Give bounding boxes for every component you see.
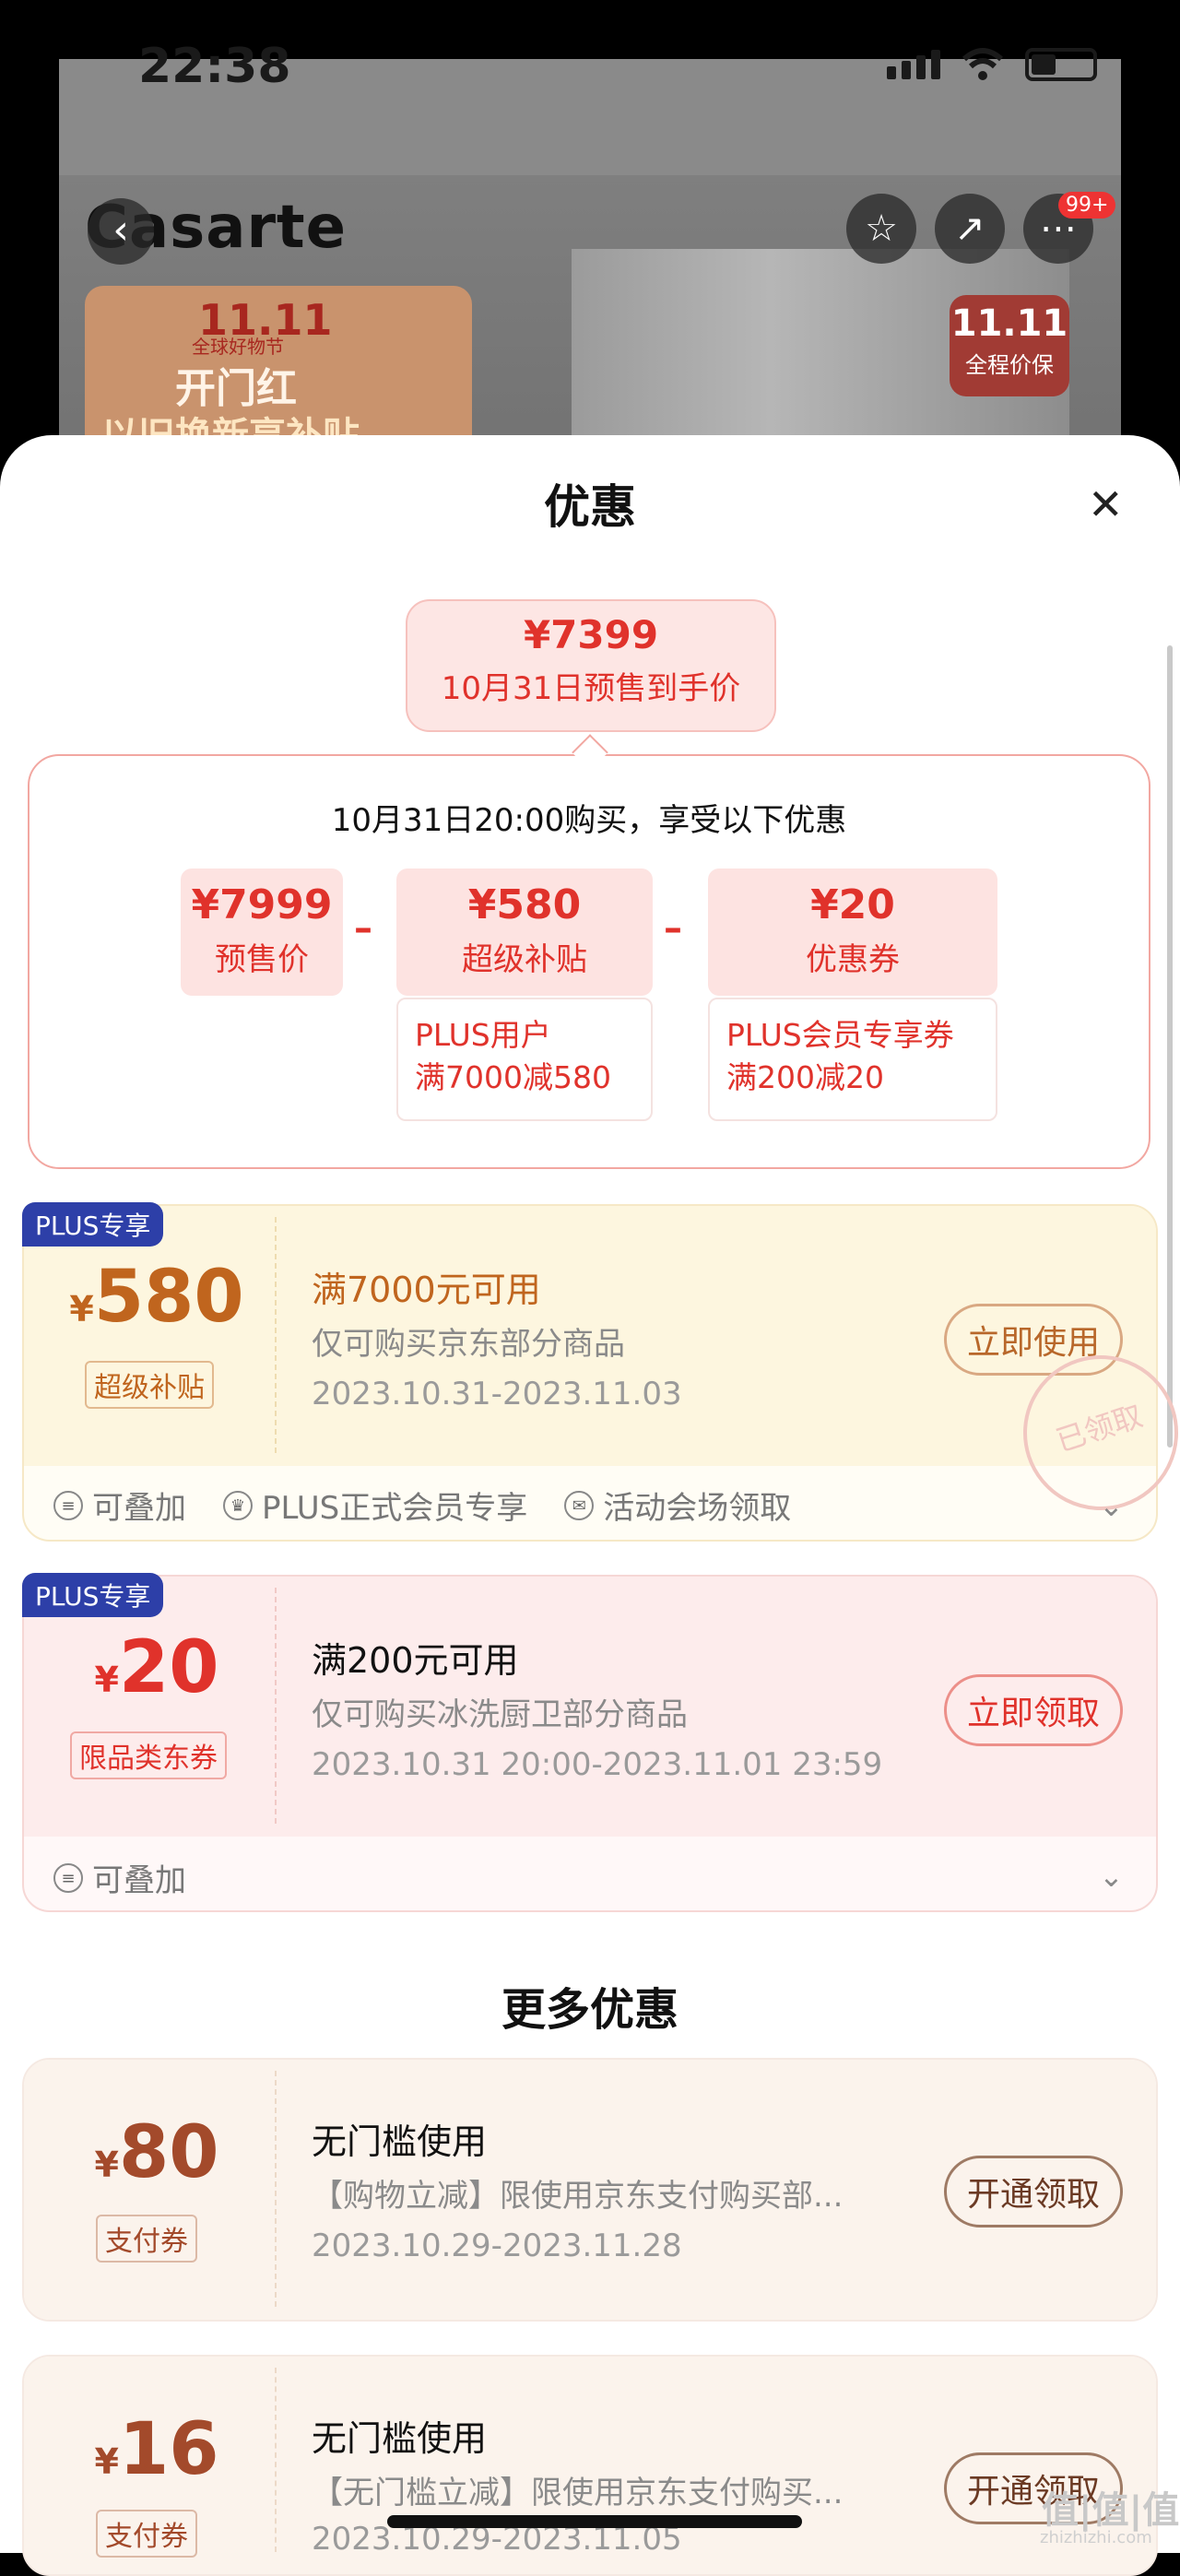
coupon-perks: ≡ 可叠加 ♛ PLUS正式会员专享 ✉ 活动会场领取 [53,1483,791,1528]
minus-sign: – [354,907,372,950]
status-icons [887,48,1097,81]
final-price-box: ¥7399 10月31日预售到手价 [406,599,776,732]
star-icon: ☆ [865,207,898,250]
coupon-date: 2023.10.31-2023.11.03 [312,1376,682,1412]
coupon-value: ¥20 [94,1626,219,1709]
coupon-value: ¥16 [94,2408,219,2491]
coupon-date: 2023.10.31 20:00-2023.11.01 23:59 [312,1746,883,1783]
wifi-icon [962,48,1004,80]
message-badge: 99+ [1058,192,1116,219]
chevron-down-icon[interactable]: ⌄ [1099,1859,1124,1894]
plus-exclusive-tag: PLUS专享 [22,1202,164,1247]
perk-plus-member: ♛ PLUS正式会员专享 [223,1483,527,1528]
price-tag-bottom: 全程价保 [965,352,1054,378]
coupon-value: ¥580 [69,1256,244,1339]
price-protect-tag: 11.11 全程价保 [950,295,1069,396]
coupon-type-tag: 支付券 [96,2215,197,2263]
back-button[interactable]: ‹ [88,198,154,265]
coupon-type-tag: 超级补贴 [85,1361,214,1409]
subsidy-detail: PLUS用户 满7000减580 [396,998,653,1121]
presale-label: 预售价 [215,941,309,978]
coupon-title: 无门槛使用 [312,2418,488,2459]
subsidy-detail-line1: PLUS用户 [415,1017,551,1053]
final-price-label: 10月31日预售到手价 [441,670,741,707]
subsidy-pill: ¥580 超级补贴 [396,869,653,996]
plus-exclusive-tag: PLUS专享 [22,1573,164,1617]
signal-icon [887,50,940,79]
scrollbar[interactable] [1167,645,1173,1448]
coupon-pill: ¥20 优惠券 [708,869,997,996]
coupon-date: 2023.10.29-2023.11.28 [312,2227,682,2264]
share-button[interactable]: ↗ [935,194,1005,264]
perk-event-venue: ✉ 活动会场领取 [564,1483,791,1528]
coupon-divider [275,1217,277,1453]
home-indicator[interactable] [387,2515,802,2528]
coupon-divider [275,2071,277,2307]
stack-icon: ≡ [53,1490,83,1520]
coupon-amount: ¥20 [810,881,895,928]
coupon-detail: PLUS会员专享券 满200减20 [708,998,997,1121]
coupon-desc: 仅可购买冰洗厨卫部分商品 [312,1696,688,1733]
perk-stackable: ≡ 可叠加 [53,1855,186,1900]
coupon-detail-line2: 满200减20 [726,1059,884,1095]
subsidy-label: 超级补贴 [462,941,587,978]
battery-icon [1025,48,1097,81]
coupon-desc: 【无门槛立减】限使用京东支付购买... [312,2475,844,2511]
more-offers-title: 更多优惠 [501,1984,678,2036]
coupon-divider [275,2368,277,2552]
chevron-left-icon: ‹ [112,207,129,254]
price-tag-top: 11.11 [950,302,1068,345]
breakdown-title: 10月31日20:00购买，享受以下优惠 [331,802,847,839]
coupon-perks: ≡ 可叠加 [53,1855,186,1900]
final-price: ¥7399 [523,612,659,657]
subsidy-detail-line2: 满7000减580 [415,1059,611,1095]
presale-price-pill: ¥7999 预售价 [181,869,343,996]
ticket-icon: ✉ [564,1490,595,1520]
minus-sign: – [664,907,682,950]
crown-icon: ♛ [223,1490,253,1520]
sheet-title: 优惠 [544,480,636,534]
status-time: 22:38 [138,39,291,94]
close-icon[interactable]: ✕ [1088,479,1124,529]
share-icon: ↗ [954,207,985,250]
stack-icon: ≡ [53,1862,83,1893]
perk-stackable: ≡ 可叠加 [53,1483,186,1528]
coupon-value: ¥80 [94,2111,219,2194]
chevron-down-icon[interactable]: ⌄ [1099,1488,1124,1523]
watermark-url: zhizhizhi.com [1040,2528,1152,2547]
coupon-desc: 仅可购买京东部分商品 [312,1326,625,1363]
coupon-title: 满7000元可用 [312,1270,541,1310]
coupon-type-tag: 支付券 [96,2510,197,2558]
coupon-desc: 【购物立减】限使用京东支付购买部... [312,2178,844,2215]
activate-claim-button[interactable]: 开通领取 [944,2156,1124,2227]
coupon-type-tag: 限品类东券 [70,1731,227,1779]
subsidy-amount: ¥580 [467,881,582,928]
favorite-button[interactable]: ☆ [846,194,916,264]
claim-now-button[interactable]: 立即领取 [944,1674,1124,1746]
coupon-title: 满200元可用 [312,1640,519,1681]
coupon-label: 优惠券 [806,941,900,978]
coupon-detail-line1: PLUS会员专享券 [726,1017,954,1053]
coupon-divider [275,1588,277,1824]
watermark-logo: 值|值|值 [1042,2489,1180,2532]
coupon-title: 无门槛使用 [312,2121,488,2162]
status-bar: 22:38 [0,0,1180,101]
presale-price: ¥7999 [191,881,333,928]
